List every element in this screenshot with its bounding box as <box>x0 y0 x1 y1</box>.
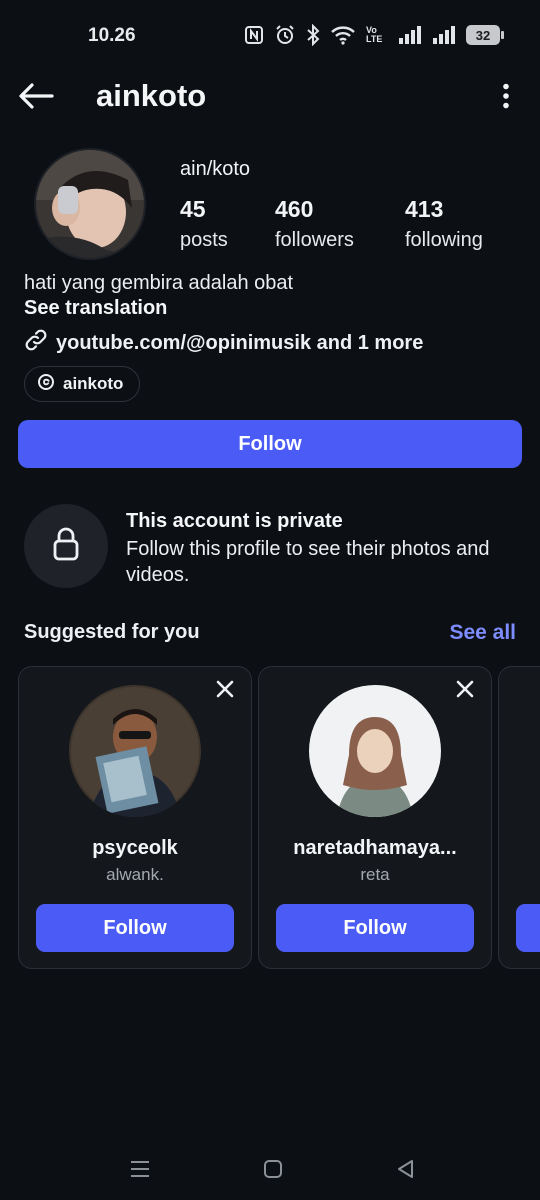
back-triangle-icon <box>396 1159 416 1184</box>
suggested-card[interactable]: psyceolk alwank. Follow <box>18 666 252 969</box>
see-translation-link[interactable]: See translation <box>24 297 167 320</box>
page-title: ainkoto <box>96 78 207 113</box>
suggested-avatar[interactable] <box>69 685 201 817</box>
link-icon <box>24 328 48 358</box>
suggested-subtitle: alwank. <box>106 865 164 884</box>
display-name: ain/koto <box>180 158 251 180</box>
threads-handle: ainkoto <box>63 374 124 393</box>
followers-stat[interactable]: 460 followers <box>275 196 354 252</box>
following-label: following <box>405 229 483 251</box>
back-button[interactable] <box>16 78 56 118</box>
close-icon <box>456 680 474 703</box>
bio-text: hati yang gembira adalah obat <box>24 272 294 294</box>
follow-button[interactable]: Follow <box>18 420 522 468</box>
private-title: This account is private <box>126 510 343 532</box>
status-time: 10.26 <box>88 25 136 46</box>
battery-icon: 32 <box>466 25 504 45</box>
suggested-card-partial[interactable] <box>498 666 540 969</box>
volte-icon: Vo LTE <box>366 25 383 44</box>
following-stat[interactable]: 413 following <box>405 196 483 252</box>
suggested-avatar[interactable] <box>309 685 441 817</box>
posts-stat[interactable]: 45 posts <box>180 196 228 252</box>
following-count: 413 <box>405 196 444 222</box>
recent-apps-button[interactable] <box>125 1156 155 1186</box>
nfc-icon <box>244 25 264 45</box>
suggested-subtitle: reta <box>360 865 390 884</box>
private-lock-badge <box>24 504 108 588</box>
dismiss-suggestion-button[interactable] <box>213 679 237 703</box>
suggested-follow-button-partial[interactable] <box>516 904 540 952</box>
bluetooth-icon <box>306 24 320 46</box>
see-all-link[interactable]: See all <box>449 621 516 645</box>
suggested-follow-button[interactable]: Follow <box>276 904 474 952</box>
threads-badge[interactable]: ainkoto <box>24 366 141 402</box>
link-text: youtube.com/@opinimusik and 1 more <box>56 331 424 354</box>
status-icons: Vo LTE 32 <box>244 24 504 46</box>
profile-avatar[interactable] <box>34 148 146 260</box>
suggested-username[interactable]: naretadhamaya... <box>259 837 491 860</box>
followers-count: 460 <box>275 196 314 222</box>
signal-icon <box>432 25 456 45</box>
wifi-icon <box>330 25 356 45</box>
suggested-title: Suggested for you <box>24 621 200 643</box>
suggested-card[interactable]: naretadhamaya... reta Follow <box>258 666 492 969</box>
posts-count: 45 <box>180 196 206 222</box>
system-nav-bar <box>0 1140 540 1200</box>
alarm-icon <box>274 24 296 46</box>
more-options-button[interactable] <box>492 80 520 116</box>
suggested-follow-button[interactable]: Follow <box>36 904 234 952</box>
profile-link[interactable]: youtube.com/@opinimusik and 1 more <box>24 328 423 358</box>
home-square-icon <box>263 1159 283 1184</box>
arrow-left-icon <box>18 82 54 115</box>
menu-icon <box>129 1159 151 1184</box>
signal-icon <box>398 25 422 45</box>
profile-header: ainkoto <box>0 70 540 124</box>
posts-label: posts <box>180 229 228 251</box>
threads-icon <box>37 373 55 396</box>
dismiss-suggestion-button[interactable] <box>453 679 477 703</box>
close-icon <box>216 680 234 703</box>
nav-back-button[interactable] <box>391 1156 421 1186</box>
private-description: Follow this profile to see their photos … <box>126 538 490 586</box>
followers-label: followers <box>275 229 354 251</box>
home-button[interactable] <box>258 1156 288 1186</box>
more-vertical-icon <box>502 83 510 114</box>
status-bar: 10.26 Vo LTE 32 <box>0 0 540 70</box>
lock-icon <box>51 526 81 567</box>
suggested-username[interactable]: psyceolk <box>19 837 251 860</box>
